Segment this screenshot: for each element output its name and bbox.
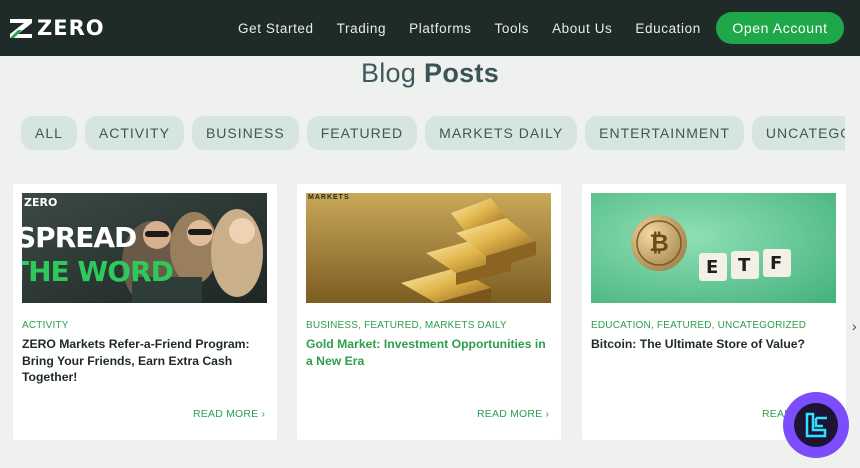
post-image-gold[interactable]: MARKETS xyxy=(306,193,551,303)
image-headline-line2: THE WORD xyxy=(22,255,174,288)
post-image-refer-friend[interactable]: ZERO SPREAD THE WORD xyxy=(22,193,267,303)
post-categories[interactable]: EDUCATION, FEATURED, UNCATEGORIZED xyxy=(591,320,806,331)
post-image-bitcoin[interactable]: ₿ E T F xyxy=(591,193,836,303)
post-card[interactable]: ZERO SPREAD THE WORD ACTIVITY ZERO Marke… xyxy=(13,184,277,440)
nav-tools[interactable]: Tools xyxy=(495,21,530,36)
filter-business[interactable]: BUSINESS xyxy=(191,116,299,150)
gold-bars-illustration xyxy=(306,193,551,303)
post-categories[interactable]: ACTIVITY xyxy=(22,320,69,331)
etf-letter-e: E xyxy=(706,257,719,278)
post-title[interactable]: Bitcoin: The Ultimate Store of Value? xyxy=(591,336,839,353)
nav-about-us[interactable]: About Us xyxy=(552,21,612,36)
etf-letter-t: T xyxy=(738,255,751,276)
filter-all[interactable]: ALL xyxy=(21,116,77,150)
read-more-link[interactable]: READ MORE › xyxy=(477,408,549,420)
post-title[interactable]: Gold Market: Investment Opportunities in… xyxy=(306,336,554,369)
nav-trading[interactable]: Trading xyxy=(337,21,386,36)
filter-entertainment[interactable]: ENTERTAINMENT xyxy=(585,116,744,150)
svg-text:₿: ₿ xyxy=(649,229,669,257)
page-title-light: Blog xyxy=(360,58,417,88)
logo-text: ZERO xyxy=(37,16,105,40)
page-title: Blog Posts xyxy=(0,58,860,89)
post-categories[interactable]: BUSINESS, FEATURED, MARKETS DAILY xyxy=(306,320,507,331)
filter-uncategorized[interactable]: UNCATEGORIZED xyxy=(751,116,845,150)
filter-featured[interactable]: FEATURED xyxy=(306,116,418,150)
read-more-link[interactable]: READ MORE › xyxy=(193,408,265,420)
bitcoin-etf-illustration: ₿ xyxy=(591,193,836,303)
nav-platforms[interactable]: Platforms xyxy=(409,21,471,36)
filter-activity[interactable]: ACTIVITY xyxy=(84,116,184,150)
image-headline-line1: SPREAD xyxy=(22,221,137,254)
carousel-next-icon[interactable]: › xyxy=(852,318,857,334)
filter-bar: ALL ACTIVITY BUSINESS FEATURED MARKETS D… xyxy=(0,116,845,150)
post-title[interactable]: ZERO Markets Refer-a-Friend Program: Bri… xyxy=(22,336,270,386)
nav-get-started[interactable]: Get Started xyxy=(238,21,314,36)
page-title-bold: Posts xyxy=(424,58,500,88)
image-tag-text: MARKETS xyxy=(308,194,350,201)
badge-logo-icon xyxy=(805,412,827,438)
post-card[interactable]: MARKETS BUSINESS, FEATURED, MARKETS DAIL… xyxy=(297,184,561,440)
corner-badge-icon[interactable] xyxy=(783,392,849,458)
main-nav: Get Started Trading Platforms Tools Abou… xyxy=(238,0,724,56)
zero-logo[interactable]: ZERO xyxy=(8,16,105,40)
etf-letter-f: F xyxy=(770,253,783,274)
zero-logo-icon xyxy=(10,19,32,38)
nav-education[interactable]: Education xyxy=(635,21,700,36)
top-navigation-bar: ZERO Get Started Trading Platforms Tools… xyxy=(0,0,860,56)
open-account-button[interactable]: Open Account xyxy=(716,12,844,44)
filter-markets-daily[interactable]: MARKETS DAILY xyxy=(425,116,578,150)
image-brand-text: ZERO xyxy=(24,196,58,209)
